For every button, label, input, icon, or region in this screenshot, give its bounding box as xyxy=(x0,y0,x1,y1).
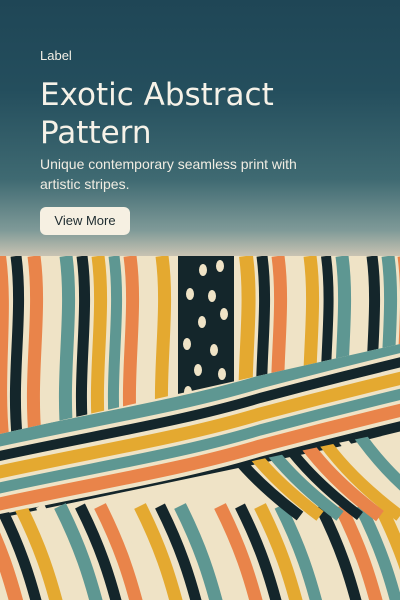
card-description: Unique contemporary seamless print with … xyxy=(40,156,297,192)
view-more-button[interactable]: View More xyxy=(40,207,130,235)
pattern-artwork-svg xyxy=(0,256,400,600)
product-card: Label Exotic Abstract Pattern Unique con… xyxy=(0,0,400,600)
card-title: Exotic Abstract Pattern xyxy=(40,77,274,151)
pattern-artwork xyxy=(0,256,400,600)
card-header: Label Exotic Abstract Pattern Unique con… xyxy=(0,0,400,256)
card-label: Label xyxy=(40,48,72,63)
